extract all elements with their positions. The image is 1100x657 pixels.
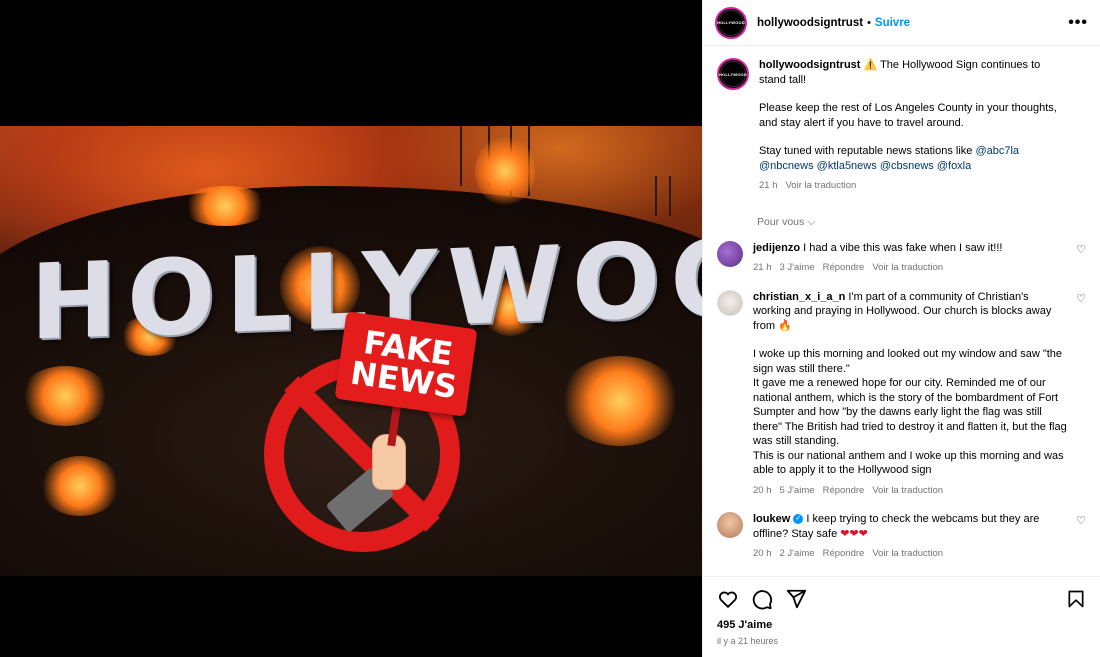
comment-body: loukew ✓ I keep trying to check the webc… <box>753 512 1086 562</box>
mention-link[interactable]: @cbsnews <box>880 160 934 172</box>
mention-link[interactable]: @foxla <box>937 160 971 172</box>
post-media[interactable]: HOLLYWOOD FAKE NEWS <box>0 0 702 657</box>
like-comment-heart-icon[interactable]: ♡ <box>1076 243 1086 256</box>
comment-likes[interactable]: 2 J'aime <box>780 547 815 562</box>
like-comment-heart-icon[interactable]: ♡ <box>1076 514 1086 527</box>
comment-username[interactable]: jedijenzo <box>753 242 800 254</box>
fire-glow <box>40 456 120 516</box>
avatar-logo: HOLLYWOOD <box>719 61 747 87</box>
caption: HOLLYWOOD hollywoodsigntrust ⚠️ The Holl… <box>717 58 1086 194</box>
follow-button[interactable]: Suivre <box>875 17 910 29</box>
verified-badge-icon: ✓ <box>793 514 804 525</box>
fire-glow <box>180 186 270 226</box>
author-username[interactable]: hollywoodsigntrust <box>757 17 863 29</box>
comment-username[interactable]: loukew <box>753 513 790 525</box>
like-comment-heart-icon[interactable]: ♡ <box>1076 292 1086 305</box>
caption-paragraph: Stay tuned with reputable news stations … <box>759 144 1068 173</box>
heart-emojis: ❤❤❤ <box>840 527 868 540</box>
comment-time: 20 h <box>753 484 772 496</box>
comment-item: jedijenzo I had a vibe this was fake whe… <box>717 240 1086 276</box>
mention-link[interactable]: @ktla5news <box>817 160 877 172</box>
share-icon[interactable] <box>785 588 807 610</box>
mention-link[interactable]: @nbcnews <box>759 160 814 172</box>
warning-icon: ⚠️ <box>863 59 878 71</box>
heart-icon[interactable] <box>717 588 739 610</box>
translate-link[interactable]: Voir la traduction <box>872 484 943 499</box>
caption-line-1: hollywoodsigntrust ⚠️ The Hollywood Sign… <box>759 58 1068 87</box>
reply-button[interactable]: Répondre <box>823 261 865 276</box>
comment-item: christian_x_i_a_n I'm part of a communit… <box>717 289 1086 499</box>
avatar-logo: HOLLYWOOD <box>717 9 745 36</box>
comment-time: 20 h <box>753 548 772 559</box>
post-timestamp: il y a 21 heures <box>717 636 779 646</box>
comment-paragraph: I woke up this morning and looked out my… <box>753 348 1063 375</box>
more-options-icon[interactable]: ••• <box>1068 14 1088 32</box>
action-icons <box>717 585 1086 613</box>
comment-username[interactable]: christian_x_i_a_n <box>753 291 845 303</box>
post-image: HOLLYWOOD FAKE NEWS <box>0 126 702 576</box>
caption-text: Stay tuned with reputable news stations … <box>759 145 973 157</box>
commenter-avatar[interactable] <box>717 512 743 538</box>
bookmark-icon[interactable] <box>1066 589 1086 609</box>
for-you-dropdown[interactable]: Pour vous ⌵ <box>757 216 1086 229</box>
comment-meta: 20 h 2 J'aime Répondre Voir la traductio… <box>753 547 1068 562</box>
post-viewer: HOLLYWOOD FAKE NEWS HOLLYWOOD hollywoods… <box>0 0 1100 657</box>
mention-link[interactable]: @abc7la <box>975 145 1019 157</box>
comment-paragraph: This is our national anthem and I woke u… <box>753 449 1064 477</box>
comment-likes[interactable]: 5 J'aime <box>780 484 815 499</box>
comment-line: jedijenzo I had a vibe this was fake whe… <box>753 241 1068 256</box>
fire-glow <box>560 356 680 446</box>
commenter-avatar[interactable] <box>717 289 743 316</box>
caption-body: hollywoodsigntrust ⚠️ The Hollywood Sign… <box>759 58 1086 194</box>
comment-item: loukew ✓ I keep trying to check the webc… <box>717 512 1086 562</box>
likes-count[interactable]: 495 J'aime <box>717 619 1086 631</box>
caption-avatar[interactable]: HOLLYWOOD <box>717 58 749 90</box>
comment-time: 21 h <box>753 262 772 273</box>
comment-line: loukew ✓ I keep trying to check the webc… <box>753 512 1068 541</box>
separator-dot: • <box>867 16 871 29</box>
comments-scroll-area[interactable]: HOLLYWOOD hollywoodsigntrust ⚠️ The Holl… <box>703 46 1100 576</box>
comment-meta: 21 h 3 J'aime Répondre Voir la traductio… <box>753 261 1068 276</box>
comment-icon[interactable] <box>751 588 773 610</box>
fire-glow <box>475 136 535 206</box>
comment-line: christian_x_i_a_n I'm part of a communit… <box>753 290 1068 334</box>
comment-paragraph: It gave me a renewed hope for our city. … <box>753 377 1067 447</box>
translate-link[interactable]: Voir la traduction <box>872 261 943 276</box>
fire-glow <box>20 366 110 426</box>
antenna-tower <box>655 176 671 216</box>
caption-time: 21 h <box>759 180 778 191</box>
post-sidebar: HOLLYWOOD hollywoodsigntrust • Suivre ••… <box>702 0 1100 657</box>
post-header: HOLLYWOOD hollywoodsigntrust • Suivre ••… <box>703 0 1100 46</box>
caption-meta: 21 h Voir la traduction <box>759 179 1068 194</box>
fake-news-placard: FAKE NEWS <box>334 311 478 417</box>
post-actions: 495 J'aime il y a 21 heures <box>703 576 1100 657</box>
comment-likes[interactable]: 3 J'aime <box>780 261 815 276</box>
author-avatar[interactable]: HOLLYWOOD <box>715 6 747 39</box>
caption-paragraph: Please keep the rest of Los Angeles Coun… <box>759 102 1057 129</box>
translate-link[interactable]: Voir la traduction <box>786 179 857 194</box>
comment-body: jedijenzo I had a vibe this was fake whe… <box>753 241 1086 276</box>
translate-link[interactable]: Voir la traduction <box>872 547 943 562</box>
reply-button[interactable]: Répondre <box>823 547 865 562</box>
comment-meta: 20 h 5 J'aime Répondre Voir la traductio… <box>753 484 1068 499</box>
reply-button[interactable]: Répondre <box>823 484 865 499</box>
comment-text: I had a vibe this was fake when I saw it… <box>803 241 1003 254</box>
comment-body: christian_x_i_a_n I'm part of a communit… <box>753 290 1086 499</box>
caption-username[interactable]: hollywoodsigntrust <box>759 59 860 71</box>
commenter-avatar[interactable] <box>717 240 743 267</box>
